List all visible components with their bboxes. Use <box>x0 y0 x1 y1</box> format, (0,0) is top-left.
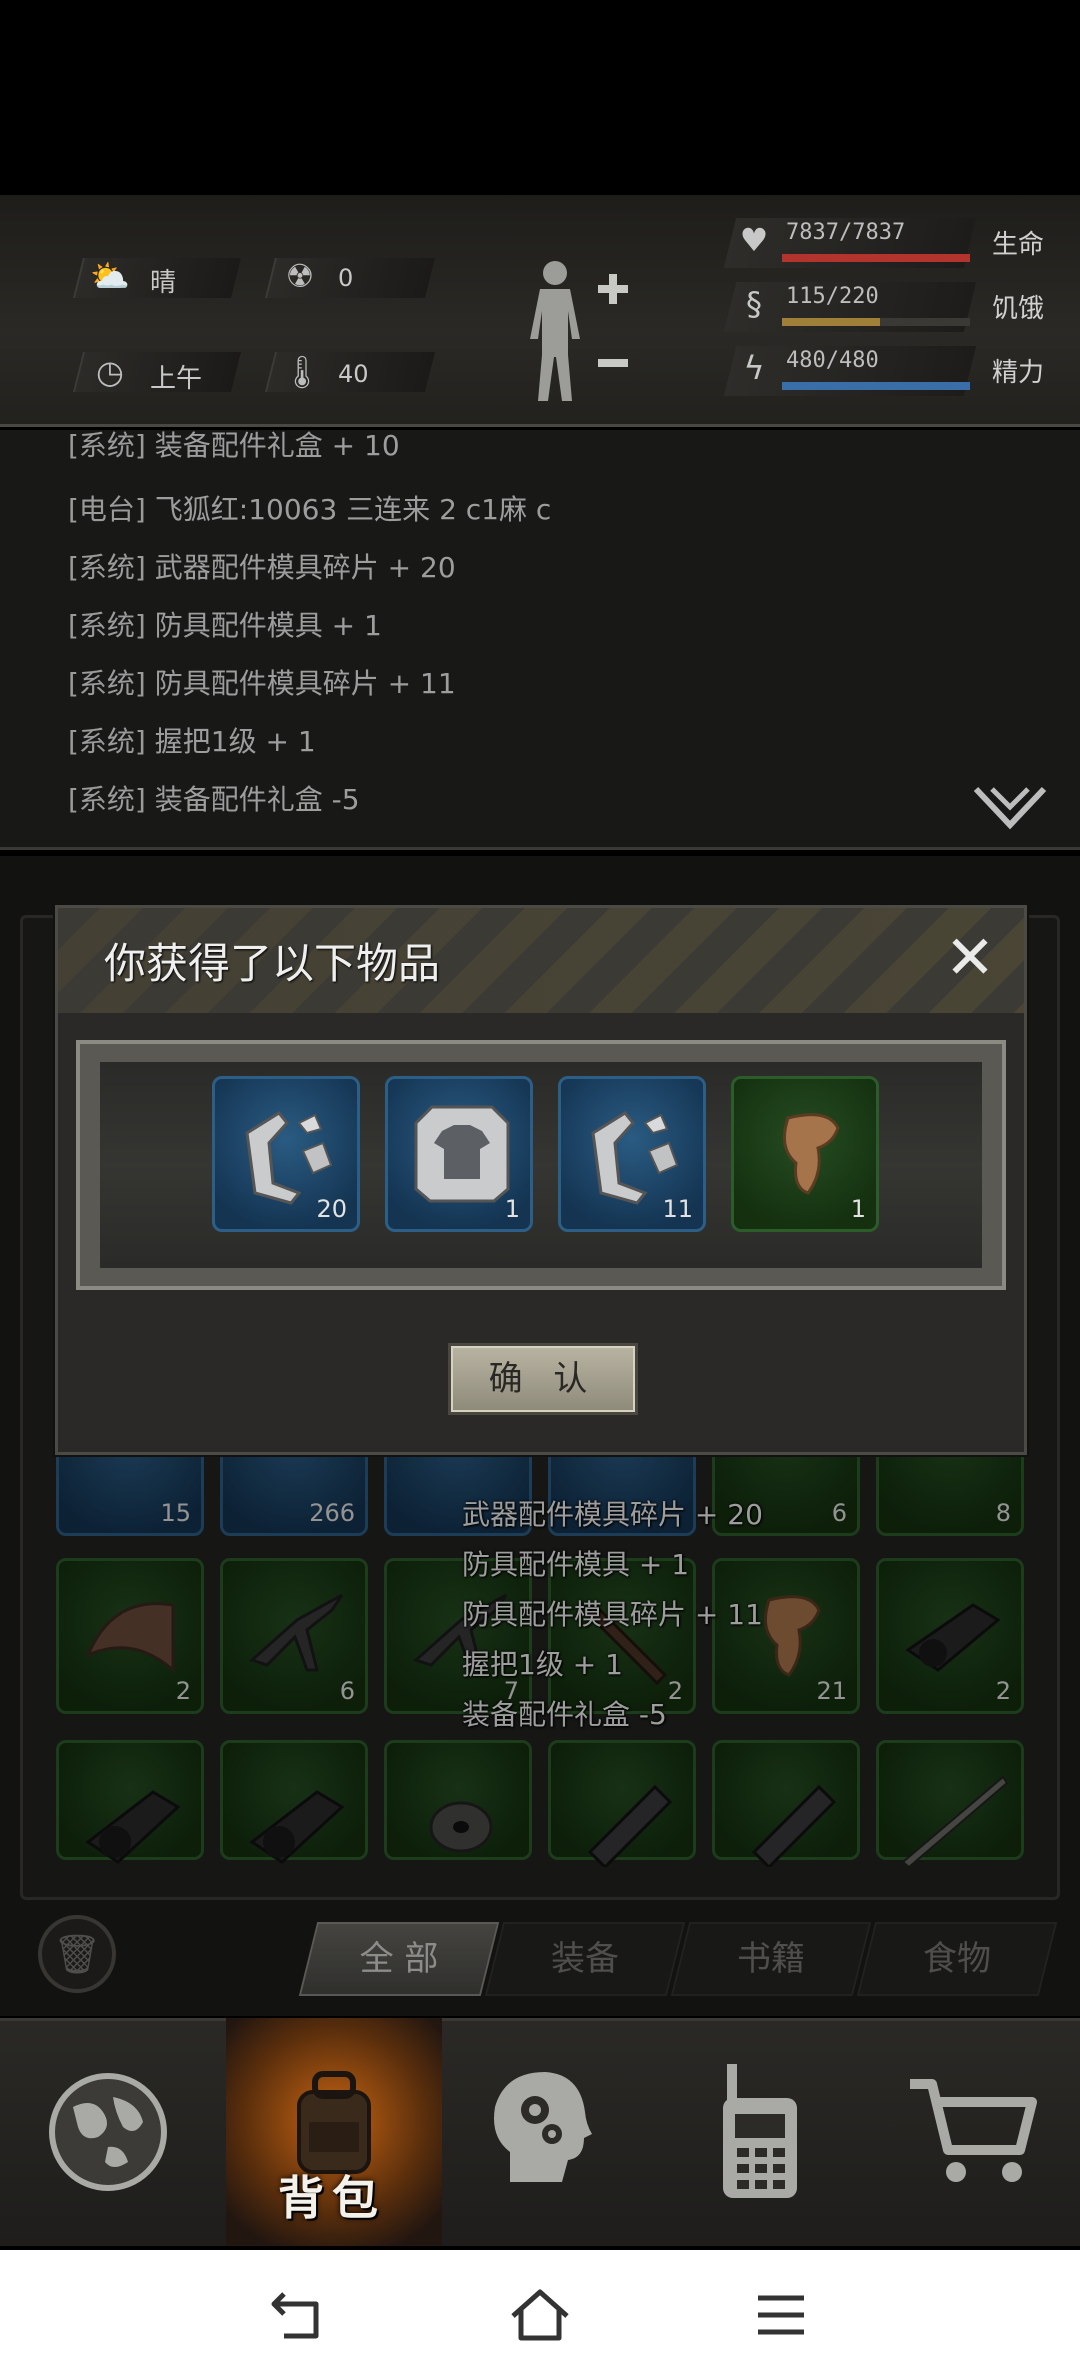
health-label: 生命 <box>992 230 1045 260</box>
inventory-slot[interactable] <box>384 1740 532 1860</box>
reward-item[interactable]: 1 <box>385 1076 533 1232</box>
nav-skills[interactable] <box>432 2018 648 2246</box>
radiation-icon: ☢ <box>285 257 315 295</box>
tab-food[interactable]: 食物 <box>856 1922 1058 1996</box>
home-icon[interactable] <box>505 2280 575 2350</box>
energy-label: 精力 <box>992 358 1045 388</box>
gain-line: 装备配件礼盒 -5 <box>462 1698 667 1731</box>
plus-icon <box>598 274 628 304</box>
thermometer-icon: 🌡 <box>281 353 323 391</box>
back-icon[interactable] <box>264 2280 334 2350</box>
inventory-slot[interactable] <box>220 1740 368 1864</box>
confirm-button[interactable]: 确 认 <box>448 1343 638 1415</box>
suppressor-icon <box>587 1784 673 1867</box>
inventory-slot[interactable] <box>712 1740 860 1867</box>
shopping-cart-icon <box>910 2079 1037 2182</box>
nav-shop[interactable] <box>864 2018 1080 2246</box>
dialog-header: 你获得了以下物品 ✕ <box>58 908 1024 1013</box>
inventory-slot[interactable] <box>876 1740 1024 1867</box>
health-stat: ♥ 7837/7837 生命 <box>723 214 1070 270</box>
tab-equipment[interactable]: 装备 <box>484 1922 686 1996</box>
scroll-down-chevron-icon[interactable] <box>972 785 1048 831</box>
inventory-slot[interactable]: 2 <box>876 1558 1024 1714</box>
hunger-label: 饥饿 <box>992 294 1045 324</box>
stomach-icon: § <box>746 285 762 323</box>
close-icon[interactable]: ✕ <box>938 926 1002 990</box>
minus-icon <box>598 359 628 367</box>
reward-item[interactable]: 1 <box>731 1076 879 1232</box>
health-value: 7837/7837 <box>786 220 906 245</box>
reward-item[interactable]: 20 <box>212 1076 360 1232</box>
dialog-title: 你获得了以下物品 <box>104 939 441 988</box>
lightning-icon: ϟ <box>743 349 765 387</box>
energy-stat: ϟ 480/480 精力 <box>723 342 1070 398</box>
trash-icon[interactable]: 🗑 <box>38 1915 116 1993</box>
inventory-slot[interactable]: 2 <box>56 1558 204 1714</box>
scope-icon <box>249 1790 345 1864</box>
nav-world-map[interactable] <box>0 2018 216 2246</box>
nav-backpack-label: 背包 <box>278 2171 386 2225</box>
head-gears-icon <box>494 2072 592 2182</box>
log-line: [系统] 防具配件模具碎片 + 11 <box>68 667 456 700</box>
health-bar <box>782 254 970 262</box>
gain-line: 武器配件模具碎片 + 20 <box>462 1498 763 1531</box>
reward-dialog: 你获得了以下物品 ✕ 确 认 <box>55 905 1027 1455</box>
hunger-bar <box>782 318 970 326</box>
log-line: [系统] 握把1级 + 1 <box>68 725 316 758</box>
tab-books[interactable]: 书籍 <box>670 1922 872 1996</box>
log-line: [电台] 飞狐红:10063 三连来 2 c1麻 c <box>68 493 552 526</box>
body-status-button[interactable] <box>520 255 640 405</box>
scope-icon <box>85 1790 181 1864</box>
log-line: [系统] 装备配件礼盒 + 10 <box>68 430 400 462</box>
suppressor-icon <box>751 1784 837 1867</box>
log-line: [系统] 装备配件礼盒 -5 <box>68 783 360 816</box>
energy-bar <box>782 382 970 390</box>
gain-notification-text: 武器配件模具碎片 + 20 防具配件模具 + 1 防具配件模具碎片 + 11 握… <box>462 1490 763 1740</box>
energy-value: 480/480 <box>786 348 879 373</box>
tab-all[interactable]: 全 部 <box>298 1922 500 1996</box>
walkie-talkie-icon <box>723 2064 797 2198</box>
gain-line: 握把1级 + 1 <box>462 1648 623 1681</box>
temperature-value: 40 <box>338 360 369 388</box>
cloud-sun-icon: ⛅ <box>90 257 130 295</box>
inventory-slot[interactable] <box>56 1740 204 1864</box>
heart-pulse-icon: ♥ <box>739 221 769 259</box>
washer-icon <box>429 1801 493 1853</box>
hunger-stat: § 115/220 饥饿 <box>723 278 1070 334</box>
clock-icon: ◷ <box>96 353 124 391</box>
inventory-slot[interactable] <box>548 1740 696 1867</box>
time-of-day-text: 上午 <box>150 364 203 394</box>
message-log[interactable]: [系统] 装备配件礼盒 + 10 [电台] 飞狐红:10063 三连来 2 c1… <box>0 430 1080 850</box>
weather-text: 晴 <box>150 268 177 298</box>
hunger-value: 115/220 <box>786 284 879 309</box>
inventory-slot[interactable]: 6 <box>220 1558 368 1714</box>
globe-icon <box>49 2073 167 2191</box>
gain-line: 防具配件模具碎片 + 11 <box>462 1598 763 1631</box>
menu-icon[interactable] <box>746 2280 816 2350</box>
log-line: [系统] 武器配件模具碎片 + 20 <box>68 551 456 584</box>
nav-radio[interactable] <box>656 2018 872 2246</box>
gain-line: 防具配件模具 + 1 <box>462 1548 690 1581</box>
radiation-value: 0 <box>338 264 354 292</box>
rod-icon <box>901 1775 1009 1867</box>
reward-item[interactable]: 11 <box>558 1076 706 1232</box>
log-line: [系统] 防具配件模具 + 1 <box>68 609 382 642</box>
